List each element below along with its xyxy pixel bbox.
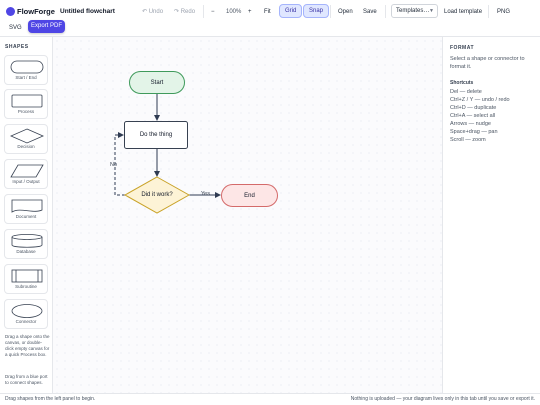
connector-layer <box>114 94 221 198</box>
redo-button[interactable]: ↷ Redo <box>174 7 195 17</box>
shape-start-end[interactable]: Start / End <box>4 55 48 85</box>
database-icon <box>11 234 43 248</box>
decision-icon <box>10 128 44 144</box>
shortcut-item: Ctrl+A — select all <box>450 113 496 119</box>
shape-input-output[interactable]: Input / Output <box>4 159 48 189</box>
shape-label: Decision <box>17 144 35 149</box>
terminator-icon <box>10 60 44 74</box>
shape-label: Input / Output <box>12 179 40 184</box>
load-template-button[interactable]: Load template <box>444 7 482 17</box>
shapes-heading: SHAPES <box>5 44 29 50</box>
save-button[interactable]: Save <box>363 7 377 17</box>
undo-button[interactable]: ↶ Undo <box>142 7 163 17</box>
node-decision-label: Did it work? <box>141 192 173 198</box>
format-heading: FORMAT <box>450 45 475 51</box>
zoom-level: 100% <box>226 9 242 15</box>
toolbar-divider <box>385 5 386 18</box>
shape-label: Start / End <box>15 75 37 80</box>
zoom-out-button[interactable]: − <box>211 7 215 17</box>
grid-toggle[interactable]: Grid <box>279 4 303 18</box>
toolbar-divider <box>330 5 331 18</box>
connect-hint: Drag from a blue port to connect shapes. <box>5 374 48 385</box>
process-icon <box>11 94 43 108</box>
node-process-label: Do the thing <box>139 132 173 138</box>
chevron-down-icon: ▼ <box>429 8 434 14</box>
shape-connector[interactable]: Connector <box>4 299 48 329</box>
shortcut-item: Arrows — nudge <box>450 121 491 127</box>
status-left-text: Drag shapes from the left panel to begin… <box>5 396 96 402</box>
shortcut-item: Del — delete <box>450 89 482 95</box>
edge-yes-label: Yes <box>201 191 210 197</box>
shape-decision[interactable]: Decision <box>4 124 48 154</box>
shape-database[interactable]: Database <box>4 229 48 259</box>
shortcut-item: Scroll — zoom <box>450 137 486 143</box>
toolbar-divider <box>203 5 204 18</box>
input-output-icon <box>10 164 44 178</box>
app-name: FlowForge <box>17 7 55 16</box>
export-png-button[interactable]: PNG <box>497 7 510 17</box>
shapes-panel: SHAPES Start / End Process Decision Inpu… <box>0 37 53 393</box>
logo-icon <box>6 7 15 16</box>
templates-select-value: Templates… <box>396 8 430 14</box>
status-right-text: Nothing is uploaded — your diagram lives… <box>350 396 535 402</box>
templates-select[interactable]: Templates… ▼ <box>391 4 438 18</box>
open-button[interactable]: Open <box>338 7 353 17</box>
diagram-canvas[interactable]: Start Do the thing Did it work? End Yes … <box>53 37 442 393</box>
shortcut-item: Ctrl+Z / Y — undo / redo <box>450 97 510 103</box>
shape-label: Subroutine <box>15 284 37 289</box>
edge-no-label: No <box>110 162 118 168</box>
shape-process[interactable]: Process <box>4 89 48 119</box>
document-title[interactable]: Untitled flowchart <box>60 7 115 17</box>
top-toolbar: FlowForge Untitled flowchart ↶ Undo ↷ Re… <box>0 0 540 37</box>
shape-document[interactable]: Document <box>4 194 48 224</box>
shape-label: Database <box>16 249 36 254</box>
fit-button[interactable]: Fit <box>264 7 271 17</box>
shape-label: Connector <box>15 319 37 324</box>
format-help-text: Select a shape or connector to format it… <box>450 56 525 70</box>
shape-label: Document <box>15 214 37 219</box>
snap-toggle[interactable]: Snap <box>303 4 330 18</box>
shape-subroutine[interactable]: Subroutine <box>4 264 48 294</box>
document-icon <box>11 199 43 213</box>
export-svg-button[interactable]: SVG <box>9 23 22 33</box>
shape-label: Process <box>17 109 35 114</box>
toolbar-divider <box>488 5 489 18</box>
node-end-label: End <box>244 192 255 199</box>
shortcut-item: Ctrl+D — duplicate <box>450 105 497 111</box>
shapes-hint: Drag a shape onto the canvas, or double-… <box>5 334 50 357</box>
status-bar: Drag shapes from the left panel to begin… <box>0 393 540 405</box>
subroutine-icon <box>11 269 43 283</box>
zoom-in-button[interactable]: + <box>248 7 252 17</box>
format-panel: FORMAT Select a shape or connector to fo… <box>442 37 540 393</box>
shortcuts-heading: Shortcuts <box>450 80 474 86</box>
shortcut-item: Space+drag — pan <box>450 129 498 135</box>
export-pdf-button[interactable]: Export PDF <box>28 20 65 33</box>
node-start-label: Start <box>150 79 164 86</box>
connector-icon <box>11 304 43 318</box>
